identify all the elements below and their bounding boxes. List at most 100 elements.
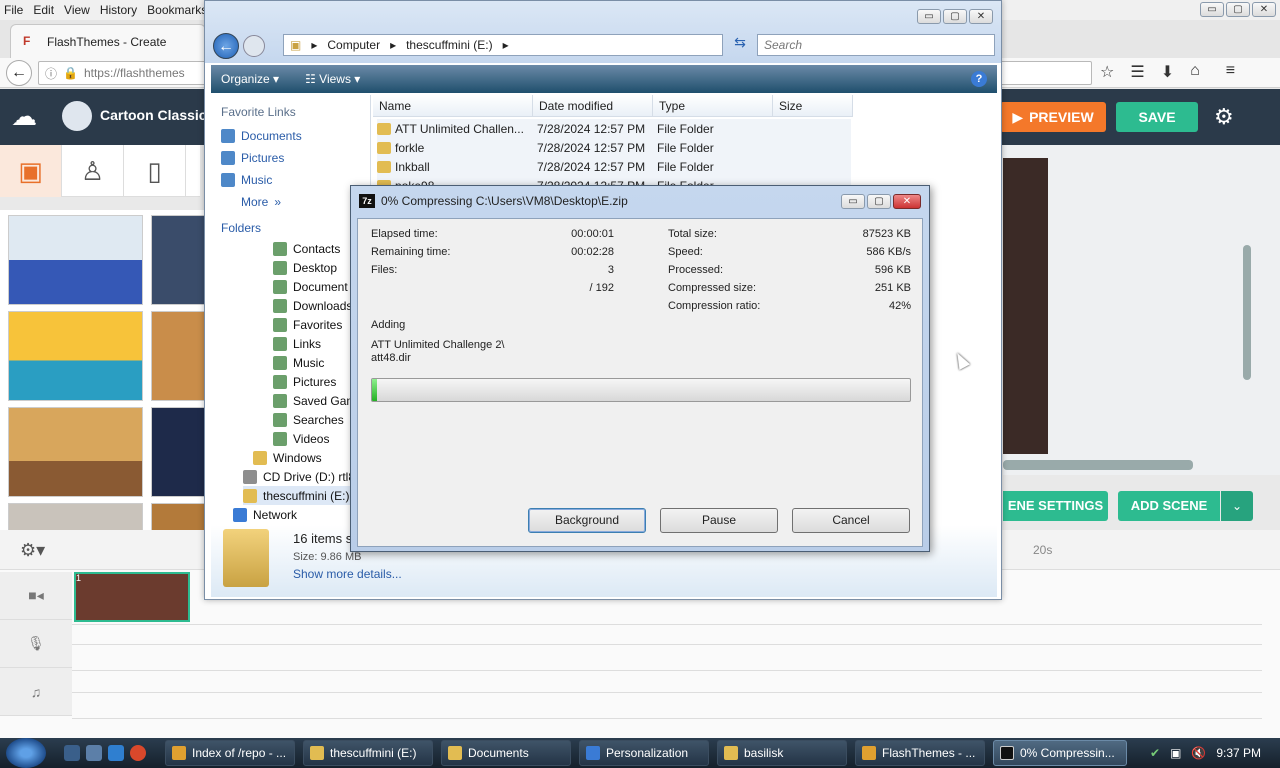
firefox-close-button[interactable]: ✕ bbox=[1252, 2, 1276, 17]
taskbar-button[interactable]: FlashThemes - ... bbox=[855, 740, 985, 766]
thumbnail-beach[interactable] bbox=[8, 311, 143, 401]
taskbar-button[interactable]: thescuffmini (E:) bbox=[303, 740, 433, 766]
show-more-details-link[interactable]: Show more details... bbox=[293, 567, 402, 581]
tab-props[interactable]: ▯ bbox=[124, 145, 186, 197]
menu-view[interactable]: View bbox=[64, 3, 90, 17]
start-button[interactable] bbox=[6, 738, 46, 768]
fav-link-more[interactable]: More » bbox=[241, 193, 281, 211]
refresh-icon[interactable]: ⇆ bbox=[729, 34, 751, 56]
chevron-down-icon[interactable]: ⌄ bbox=[1221, 491, 1253, 521]
thumbnail-stage[interactable] bbox=[151, 407, 205, 497]
file-row[interactable]: ATT Unlimited Challen... 7/28/2024 12:57… bbox=[377, 119, 851, 138]
explorer-forward-button[interactable] bbox=[243, 35, 265, 57]
dialog-minimize-button[interactable]: ▭ bbox=[841, 194, 865, 209]
show-desktop-icon[interactable] bbox=[64, 745, 80, 761]
explorer-address-bar[interactable]: ▣ ▸ Computer ▸ thescuffmini (E:) ▸ bbox=[283, 34, 723, 56]
column-size[interactable]: Size bbox=[773, 95, 853, 117]
help-icon[interactable]: ? bbox=[971, 71, 987, 87]
explorer-back-button[interactable]: ← bbox=[213, 33, 239, 59]
stage-vertical-scrollbar[interactable] bbox=[1243, 245, 1251, 380]
tree-item-cd-drive[interactable]: CD Drive (D:) rtl8 bbox=[243, 467, 355, 486]
breadcrumb-drive[interactable]: thescuffmini (E:) bbox=[406, 38, 492, 52]
settings-gear-icon[interactable]: ⚙ bbox=[1214, 104, 1234, 130]
file-row[interactable]: Inkball 7/28/2024 12:57 PM File Folder bbox=[377, 157, 851, 176]
tree-item-searches[interactable]: Searches bbox=[273, 410, 344, 429]
tree-item-videos[interactable]: Videos bbox=[273, 429, 329, 448]
folders-header[interactable]: Folders bbox=[221, 221, 261, 235]
internet-explorer-icon[interactable] bbox=[108, 745, 124, 761]
pause-button[interactable]: Pause bbox=[660, 508, 778, 533]
explorer-maximize-button[interactable]: ▢ bbox=[943, 9, 967, 24]
tree-item-pictures[interactable]: Pictures bbox=[273, 372, 336, 391]
fav-link-documents[interactable]: Documents bbox=[221, 127, 302, 145]
tree-item-music[interactable]: Music bbox=[273, 353, 324, 372]
browser-back-button[interactable]: ← bbox=[6, 60, 32, 86]
theme-name[interactable]: Cartoon Classics bbox=[100, 107, 214, 123]
taskbar-button[interactable]: basilisk bbox=[717, 740, 847, 766]
menu-history[interactable]: History bbox=[100, 3, 137, 17]
cloud-upload-icon[interactable]: ☁ bbox=[6, 101, 42, 133]
preview-button[interactable]: ▶ PREVIEW bbox=[1000, 102, 1106, 132]
explorer-minimize-button[interactable]: ▭ bbox=[917, 9, 941, 24]
info-icon[interactable]: ⓘ bbox=[45, 65, 57, 82]
stage-canvas[interactable] bbox=[1003, 158, 1048, 454]
tree-item-network[interactable]: Network bbox=[233, 505, 297, 524]
breadcrumb-computer[interactable]: Computer bbox=[327, 38, 380, 52]
dialog-close-button[interactable]: ✕ bbox=[893, 194, 921, 209]
downloads-icon[interactable]: ⬇ bbox=[1161, 62, 1174, 82]
add-scene-button[interactable]: ADD SCENE bbox=[1118, 491, 1220, 521]
tab-characters[interactable]: ♙ bbox=[62, 145, 124, 197]
tree-item-saved-games[interactable]: Saved Gam bbox=[273, 391, 356, 410]
column-type[interactable]: Type bbox=[653, 95, 773, 117]
taskbar-button-active[interactable]: 0% Compressin... bbox=[993, 740, 1127, 766]
thumbnail-library[interactable] bbox=[151, 311, 205, 401]
bookmark-star-icon[interactable]: ☆ bbox=[1100, 62, 1114, 82]
menu-edit[interactable]: Edit bbox=[33, 3, 54, 17]
thumbnail-airplane[interactable] bbox=[8, 215, 143, 305]
scene-settings-button[interactable]: ENE SETTINGS bbox=[1003, 491, 1108, 521]
timeline-gear-icon[interactable]: ⚙▾ bbox=[20, 540, 45, 561]
home-icon[interactable]: ⌂ bbox=[1190, 62, 1200, 82]
fav-link-music[interactable]: Music bbox=[221, 171, 272, 189]
explorer-close-button[interactable]: ✕ bbox=[969, 9, 993, 24]
tree-item-contacts[interactable]: Contacts bbox=[273, 239, 340, 258]
file-row[interactable]: forkle 7/28/2024 12:57 PM File Folder bbox=[377, 138, 851, 157]
save-button[interactable]: SAVE bbox=[1116, 102, 1198, 132]
column-name[interactable]: Name bbox=[373, 95, 533, 117]
menu-file[interactable]: File bbox=[4, 3, 23, 17]
taskbar-button[interactable]: Documents bbox=[441, 740, 571, 766]
firefox-maximize-button[interactable]: ▢ bbox=[1226, 2, 1250, 17]
tree-item-windows[interactable]: Windows bbox=[253, 448, 322, 467]
switch-windows-icon[interactable] bbox=[86, 745, 102, 761]
security-icon[interactable]: ✔ bbox=[1150, 746, 1160, 760]
background-button[interactable]: Background bbox=[528, 508, 646, 533]
organize-button[interactable]: Organize ▾ bbox=[221, 72, 279, 86]
thumbnail-interior[interactable] bbox=[151, 503, 205, 530]
explorer-search-input[interactable]: Search bbox=[757, 34, 995, 56]
firefox-minimize-button[interactable]: ▭ bbox=[1200, 2, 1224, 17]
column-date-modified[interactable]: Date modified bbox=[533, 95, 653, 117]
tree-item-favorites[interactable]: Favorites bbox=[273, 315, 342, 334]
tree-item-desktop[interactable]: Desktop bbox=[273, 258, 337, 277]
scene-thumbnail[interactable] bbox=[74, 572, 190, 622]
cancel-button[interactable]: Cancel bbox=[792, 508, 910, 533]
volume-muted-icon[interactable]: 🔇 bbox=[1191, 746, 1206, 760]
thumbnail-office[interactable] bbox=[8, 407, 143, 497]
network-icon[interactable]: ▣ bbox=[1170, 746, 1181, 760]
views-button[interactable]: ☷ Views ▾ bbox=[305, 72, 360, 86]
chrome-icon[interactable] bbox=[130, 745, 146, 761]
tab-backgrounds[interactable]: ▣ bbox=[0, 145, 62, 197]
hamburger-menu-icon[interactable]: ≡ bbox=[1226, 62, 1235, 82]
thumbnail-room[interactable] bbox=[8, 503, 143, 530]
tree-item-downloads[interactable]: Downloads bbox=[273, 296, 352, 315]
stage-horizontal-scrollbar[interactable] bbox=[1003, 460, 1193, 470]
taskbar-button[interactable]: Personalization bbox=[579, 740, 709, 766]
clock[interactable]: 9:37 PM bbox=[1216, 746, 1261, 760]
thumbnail-crowd[interactable] bbox=[151, 215, 205, 305]
dialog-maximize-button[interactable]: ▢ bbox=[867, 194, 891, 209]
tree-item-documents[interactable]: Document bbox=[273, 277, 348, 296]
menu-bookmarks[interactable]: Bookmarks bbox=[147, 3, 207, 17]
taskbar-button[interactable]: Index of /repo - ... bbox=[165, 740, 295, 766]
reading-list-icon[interactable]: ☰ bbox=[1130, 62, 1144, 82]
fav-link-pictures[interactable]: Pictures bbox=[221, 149, 284, 167]
